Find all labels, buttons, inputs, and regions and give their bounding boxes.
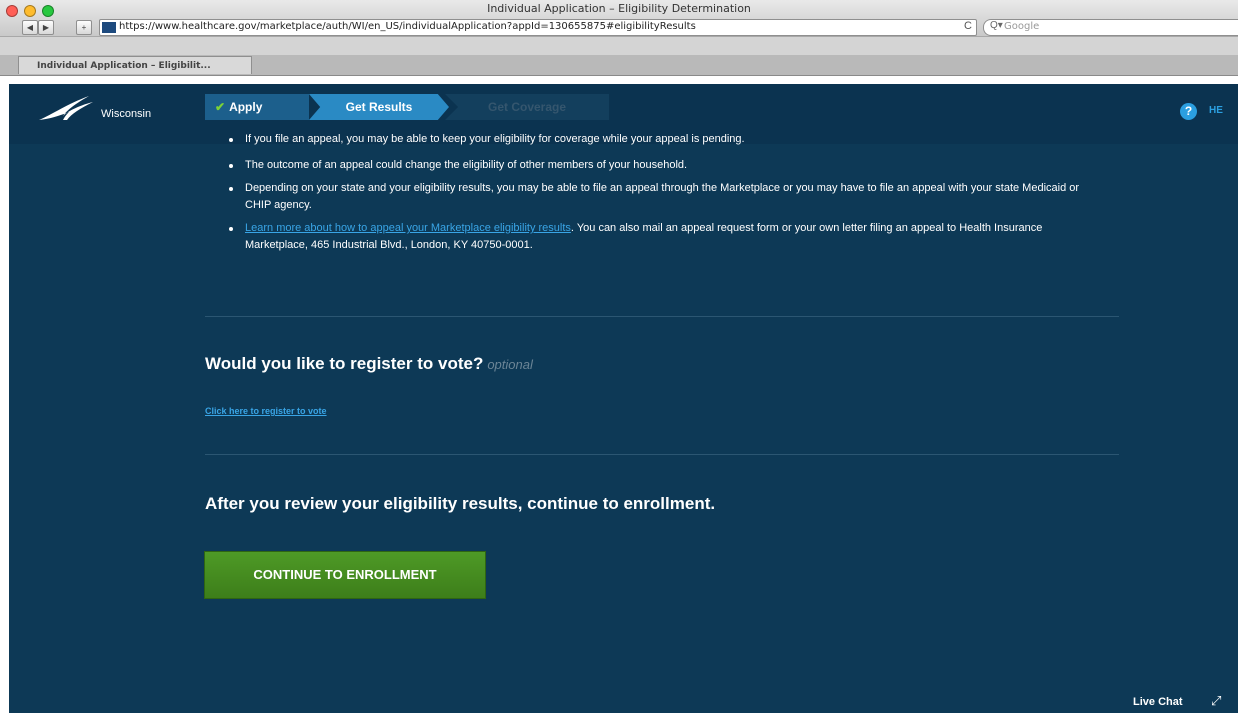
optional-tag: optional: [487, 357, 533, 372]
reload-icon[interactable]: C: [964, 20, 972, 32]
live-chat-button[interactable]: Live Chat: [1133, 696, 1183, 708]
list-item: The outcome of an appeal could change th…: [205, 157, 1085, 174]
vote-heading: Would you like to register to vote? optio…: [205, 354, 533, 374]
appeal-info-list: If you file an appeal, you may be able t…: [205, 131, 1085, 260]
page-content: Wisconsin ✔ Apply Get Results Get Coverag…: [9, 84, 1238, 713]
tab-individual-application[interactable]: Individual Application – Eligibilit...: [18, 56, 252, 74]
search-icon: Q▾: [990, 20, 1003, 31]
section-divider: [205, 454, 1119, 455]
appeal-learn-more-link[interactable]: Learn more about how to appeal your Mark…: [245, 222, 571, 234]
step-apply[interactable]: ✔ Apply: [205, 94, 309, 120]
search-input[interactable]: Q▾ Google: [983, 19, 1238, 36]
vote-heading-text: Would you like to register to vote?: [205, 354, 484, 373]
forward-button[interactable]: ▶: [38, 20, 54, 35]
site-favicon-icon: [102, 22, 116, 33]
list-item: Depending on your state and your eligibi…: [205, 180, 1085, 214]
register-to-vote-link[interactable]: Click here to register to vote: [205, 406, 327, 416]
state-name: Wisconsin: [101, 108, 152, 120]
check-icon: ✔: [215, 100, 226, 114]
enrollment-heading: After you review your eligibility result…: [205, 494, 716, 513]
continue-to-enrollment-button[interactable]: CONTINUE TO ENROLLMENT: [204, 551, 486, 599]
marketplace-logo-icon: [39, 96, 93, 120]
expand-icon[interactable]: ⤢: [1211, 693, 1221, 709]
help-icon[interactable]: ?: [1180, 103, 1197, 120]
step-get-results[interactable]: Get Results: [309, 94, 449, 120]
add-bookmark-button[interactable]: +: [76, 20, 92, 35]
address-url[interactable]: https://www.healthcare.gov/marketplace/a…: [119, 21, 696, 32]
section-divider: [205, 316, 1119, 317]
search-placeholder: Google: [1004, 21, 1040, 32]
step-apply-label: Apply: [229, 100, 263, 114]
window-title: Individual Application – Eligibility Det…: [487, 2, 751, 15]
back-button[interactable]: ◀: [22, 20, 38, 35]
browser-titlebar: Individual Application – Eligibility Det…: [0, 0, 1238, 37]
list-item: If you file an appeal, you may be able t…: [205, 131, 1085, 148]
list-item: Learn more about how to appeal your Mark…: [205, 220, 1085, 254]
address-bar[interactable]: https://www.healthcare.gov/marketplace/a…: [99, 19, 977, 36]
help-link[interactable]: HE: [1209, 105, 1223, 116]
step-get-coverage: Get Coverage: [445, 94, 609, 120]
toolbar-spacer: [0, 37, 1238, 55]
